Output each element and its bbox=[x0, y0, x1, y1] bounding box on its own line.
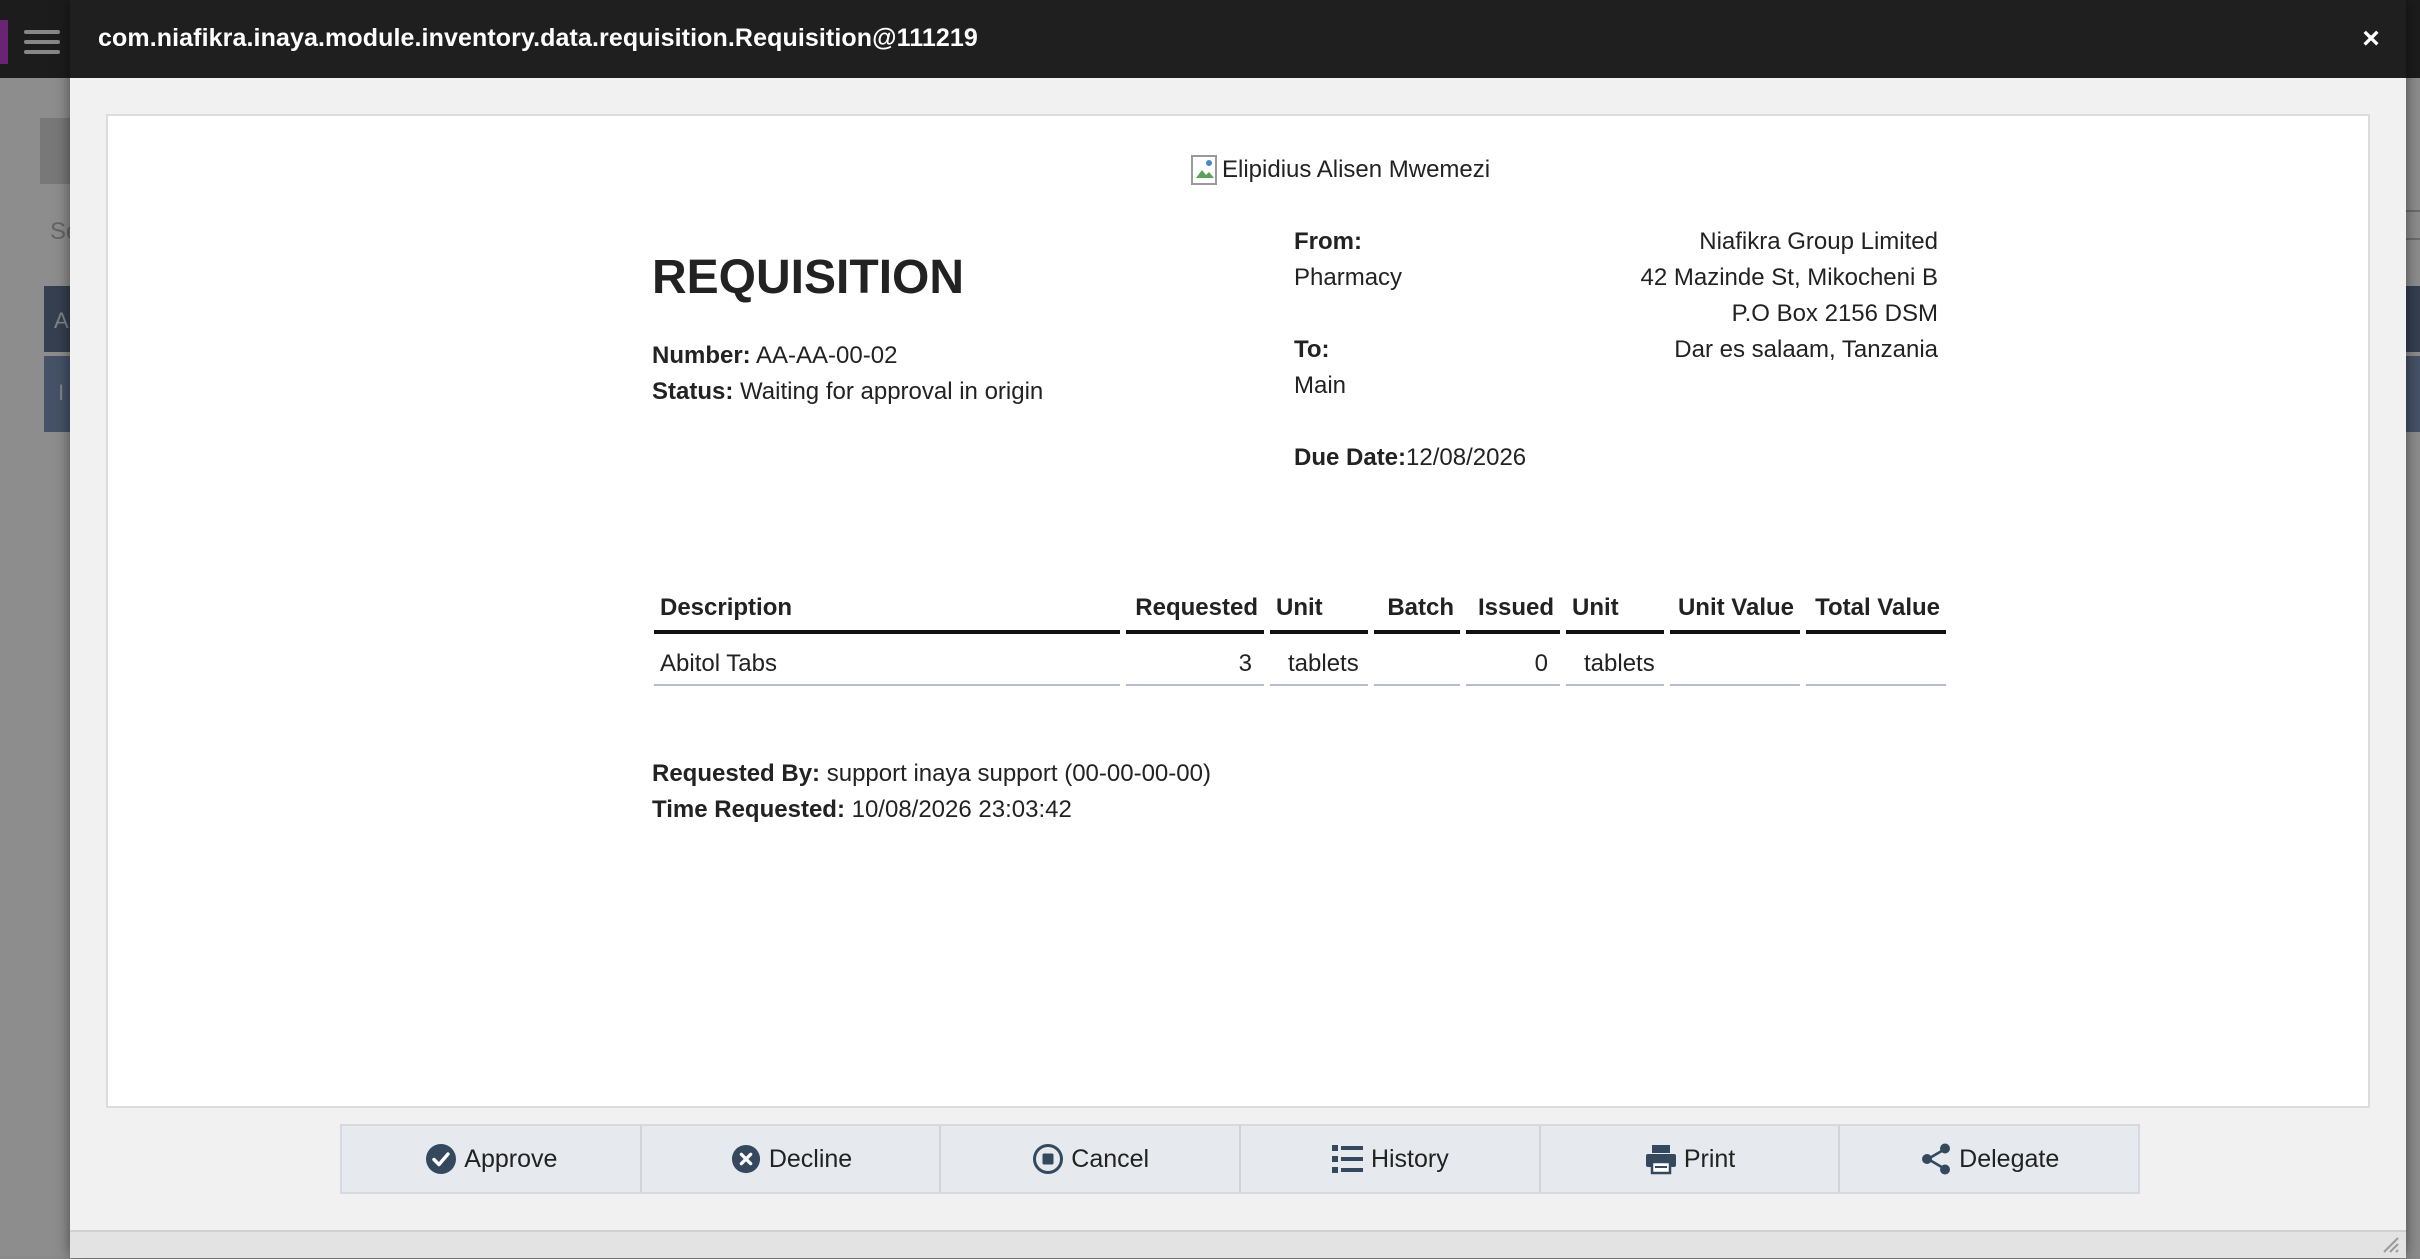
company-pobox: P.O Box 2156 DSM bbox=[1731, 300, 1938, 327]
share-icon bbox=[1919, 1142, 1953, 1176]
modal-footer-bar bbox=[70, 1230, 2406, 1258]
company-street: 42 Mazinde St, Mikocheni B bbox=[1640, 264, 1938, 291]
approve-button[interactable]: Approve bbox=[342, 1126, 642, 1192]
number-label: Number: bbox=[652, 342, 751, 369]
company-name: Niafikra Group Limited bbox=[1699, 228, 1938, 255]
to-label: To: bbox=[1294, 336, 1330, 363]
due-date-line: Due Date:12/08/2026 bbox=[1294, 444, 1526, 472]
company-logo: Elipidius Alisen Mwemezi bbox=[1190, 154, 1490, 186]
x-circle-icon bbox=[729, 1142, 763, 1176]
table-cell-issued: 0 bbox=[1466, 642, 1560, 686]
logo-alt-text: Elipidius Alisen Mwemezi bbox=[1222, 156, 1491, 183]
from-value: Pharmacy bbox=[1294, 264, 1403, 291]
modal-header: com.niafikra.inaya.module.inventory.data… bbox=[70, 0, 2406, 78]
to-value: Main bbox=[1294, 372, 1347, 399]
time-requested-value: 10/08/2026 23:03:42 bbox=[851, 796, 1072, 823]
document-heading: REQUISITION bbox=[652, 251, 965, 304]
number-line: Number: AA-AA-00-02 bbox=[652, 342, 897, 370]
column-header: Unit Value bbox=[1670, 588, 1800, 634]
requisition-document: Elipidius Alisen Mwemezi REQUISITION Num… bbox=[106, 114, 2370, 1108]
column-header: Unit bbox=[1270, 588, 1368, 634]
print-button[interactable]: Print bbox=[1541, 1126, 1841, 1192]
printer-icon bbox=[1644, 1142, 1678, 1176]
status-label: Status: bbox=[652, 378, 734, 405]
company-city: Dar es salaam, Tanzania bbox=[1674, 336, 1938, 363]
resize-handle-icon[interactable] bbox=[2380, 1234, 2400, 1254]
status-line: Status: Waiting for approval in origin bbox=[652, 378, 1043, 406]
column-header: Unit bbox=[1566, 588, 1664, 634]
requested-by-value: support inaya support (00-00-00-00) bbox=[826, 760, 1211, 787]
column-header: Requested bbox=[1126, 588, 1264, 634]
delegate-label: Delegate bbox=[1959, 1144, 2060, 1173]
history-button[interactable]: History bbox=[1241, 1126, 1541, 1192]
requested-by-label: Requested By: bbox=[652, 760, 821, 787]
stop-circle-icon bbox=[1031, 1142, 1065, 1176]
action-toolbar: Approve Decline Cancel History Print Del… bbox=[340, 1124, 2140, 1194]
column-header: Batch bbox=[1374, 588, 1460, 634]
print-label: Print bbox=[1683, 1144, 1736, 1173]
decline-button[interactable]: Decline bbox=[642, 1126, 942, 1192]
cancel-label: Cancel bbox=[1071, 1144, 1150, 1173]
modal-title: com.niafikra.inaya.module.inventory.data… bbox=[98, 24, 978, 52]
cancel-button[interactable]: Cancel bbox=[941, 1126, 1242, 1192]
table-cell-description: Abitol Tabs bbox=[654, 642, 1120, 686]
table-cell-total-value bbox=[1806, 642, 1946, 686]
decline-label: Decline bbox=[768, 1144, 853, 1173]
column-header: Total Value bbox=[1806, 588, 1946, 634]
column-header: Description bbox=[654, 588, 1120, 634]
table-cell-batch bbox=[1374, 642, 1460, 686]
due-date-label: Due Date: bbox=[1294, 444, 1407, 471]
table-cell-unit: tablets bbox=[1566, 642, 1664, 686]
table-cell-unit-value bbox=[1670, 642, 1800, 686]
requested-by-line: Requested By: support inaya support (00-… bbox=[652, 760, 1211, 788]
column-header: Issued bbox=[1466, 588, 1560, 634]
broken-image-icon bbox=[1190, 154, 1220, 186]
due-date-value: 12/08/2026 bbox=[1406, 444, 1527, 471]
status-value: Waiting for approval in origin bbox=[740, 378, 1044, 405]
list-icon bbox=[1331, 1142, 1365, 1176]
requisition-modal: com.niafikra.inaya.module.inventory.data… bbox=[70, 0, 2406, 1258]
table-cell-requested: 3 bbox=[1126, 642, 1264, 686]
history-label: History bbox=[1370, 1144, 1449, 1173]
time-requested-line: Time Requested: 10/08/2026 23:03:42 bbox=[652, 796, 1072, 824]
from-label: From: bbox=[1294, 228, 1362, 255]
approve-label: Approve bbox=[464, 1144, 558, 1173]
table-cell-unit: tablets bbox=[1270, 642, 1368, 686]
close-icon[interactable]: × bbox=[2354, 22, 2388, 56]
check-circle-icon bbox=[424, 1142, 458, 1176]
time-requested-label: Time Requested: bbox=[652, 796, 845, 823]
delegate-button[interactable]: Delegate bbox=[1840, 1126, 2138, 1192]
number-value: AA-AA-00-02 bbox=[756, 342, 898, 369]
